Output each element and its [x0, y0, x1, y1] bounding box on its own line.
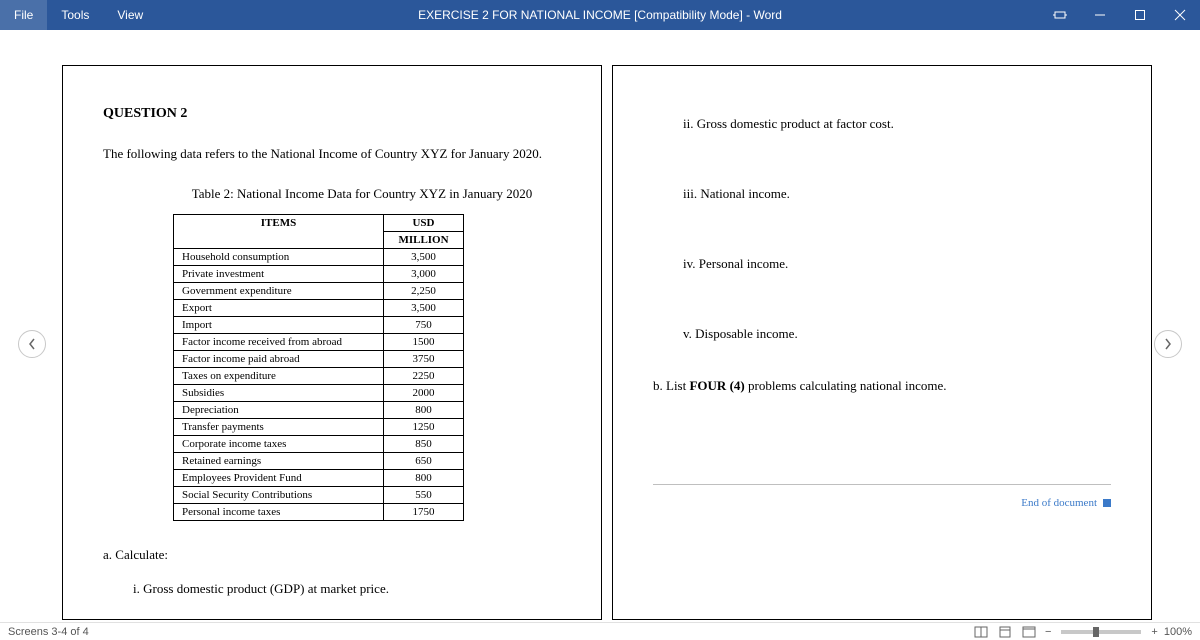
table-cell-value: 850 [384, 436, 464, 453]
table-cell-item: Taxes on expenditure [174, 368, 384, 385]
col-usd-line1: USD [384, 215, 464, 232]
table-cell-item: Import [174, 317, 384, 334]
intro-text: The following data refers to the Nationa… [103, 146, 561, 162]
document-workspace: QUESTION 2 The following data refers to … [0, 30, 1200, 622]
end-marker-icon [1103, 499, 1111, 507]
end-separator [653, 484, 1111, 485]
table-row: Corporate income taxes850 [174, 436, 464, 453]
table-cell-item: Retained earnings [174, 453, 384, 470]
table-cell-item: Personal income taxes [174, 504, 384, 521]
next-page-button[interactable] [1154, 330, 1182, 358]
table-cell-item: Household consumption [174, 249, 384, 266]
table-cell-item: Private investment [174, 266, 384, 283]
national-income-table: ITEMS USD MILLION Household consumption3… [173, 214, 464, 521]
part-b-suffix: problems calculating national income. [745, 378, 947, 393]
screens-indicator[interactable]: Screens 3-4 of 4 [8, 626, 89, 638]
question-heading: QUESTION 2 [103, 106, 561, 122]
zoom-level[interactable]: 100% [1164, 626, 1192, 638]
table-cell-value: 750 [384, 317, 464, 334]
table-cell-value: 3,500 [384, 300, 464, 317]
table-cell-item: Social Security Contributions [174, 487, 384, 504]
table-row: Export3,500 [174, 300, 464, 317]
table-cell-value: 2250 [384, 368, 464, 385]
table-row: Transfer payments1250 [174, 419, 464, 436]
table-row: Taxes on expenditure2250 [174, 368, 464, 385]
close-icon[interactable] [1160, 0, 1200, 30]
table-cell-value: 550 [384, 487, 464, 504]
table-cell-item: Corporate income taxes [174, 436, 384, 453]
table-row: Household consumption3,500 [174, 249, 464, 266]
part-a-label: a. Calculate: [103, 547, 561, 563]
table-cell-value: 2000 [384, 385, 464, 402]
table-body: Household consumption3,500Private invest… [174, 249, 464, 521]
table-row: Employees Provident Fund800 [174, 470, 464, 487]
print-layout-icon[interactable] [994, 624, 1016, 640]
part-b: b. List FOUR (4) problems calculating na… [653, 378, 1111, 394]
table-row: Personal income taxes1750 [174, 504, 464, 521]
table-cell-item: Export [174, 300, 384, 317]
part-a-iv: iv. Personal income. [683, 256, 1111, 272]
maximize-icon[interactable] [1120, 0, 1160, 30]
part-b-bold: FOUR (4) [689, 378, 744, 393]
table-cell-value: 650 [384, 453, 464, 470]
ribbon-display-icon[interactable] [1040, 0, 1080, 30]
table-cell-value: 3,500 [384, 249, 464, 266]
status-bar: Screens 3-4 of 4 − + 100% [0, 622, 1200, 640]
col-usd-line2: MILLION [384, 232, 464, 249]
end-of-document: End of document [653, 497, 1111, 509]
table-row: Factor income received from abroad1500 [174, 334, 464, 351]
table-caption: Table 2: National Income Data for Countr… [163, 186, 561, 202]
table-cell-value: 2,250 [384, 283, 464, 300]
previous-page-button[interactable] [18, 330, 46, 358]
read-mode-icon[interactable] [970, 624, 992, 640]
table-cell-item: Depreciation [174, 402, 384, 419]
table-row: Depreciation800 [174, 402, 464, 419]
table-cell-item: Transfer payments [174, 419, 384, 436]
zoom-out-button[interactable]: − [1045, 626, 1051, 638]
page-3: QUESTION 2 The following data refers to … [62, 65, 602, 620]
zoom-slider[interactable] [1061, 630, 1141, 634]
table-cell-value: 800 [384, 470, 464, 487]
table-row: Import750 [174, 317, 464, 334]
end-of-document-label: End of document [1021, 497, 1097, 509]
web-layout-icon[interactable] [1018, 624, 1040, 640]
page-4: ii. Gross domestic product at factor cos… [612, 65, 1152, 620]
table-cell-value: 800 [384, 402, 464, 419]
table-row: Subsidies2000 [174, 385, 464, 402]
menu-tools[interactable]: Tools [47, 0, 103, 30]
part-a-ii: ii. Gross domestic product at factor cos… [683, 116, 1111, 132]
table-cell-value: 3,000 [384, 266, 464, 283]
table-cell-item: Government expenditure [174, 283, 384, 300]
table-row: Factor income paid abroad3750 [174, 351, 464, 368]
menu-view[interactable]: View [103, 0, 157, 30]
part-a-v: v. Disposable income. [683, 326, 1111, 342]
minimize-icon[interactable] [1080, 0, 1120, 30]
table-cell-value: 1250 [384, 419, 464, 436]
part-a-i: i. Gross domestic product (GDP) at marke… [133, 581, 561, 597]
table-cell-item: Factor income received from abroad [174, 334, 384, 351]
zoom-in-button[interactable]: + [1151, 626, 1157, 638]
table-cell-item: Employees Provident Fund [174, 470, 384, 487]
table-cell-item: Factor income paid abroad [174, 351, 384, 368]
table-row: Retained earnings650 [174, 453, 464, 470]
table-cell-value: 1750 [384, 504, 464, 521]
table-row: Private investment3,000 [174, 266, 464, 283]
menu-file[interactable]: File [0, 0, 47, 30]
document-title: EXERCISE 2 FOR NATIONAL INCOME [Compatib… [418, 8, 782, 22]
table-cell-value: 1500 [384, 334, 464, 351]
part-b-prefix: b. List [653, 378, 689, 393]
table-cell-item: Subsidies [174, 385, 384, 402]
table-cell-value: 3750 [384, 351, 464, 368]
col-items: ITEMS [174, 215, 384, 249]
table-row: Social Security Contributions550 [174, 487, 464, 504]
table-row: Government expenditure2,250 [174, 283, 464, 300]
part-a-iii: iii. National income. [683, 186, 1111, 202]
title-bar: File Tools View EXERCISE 2 FOR NATIONAL … [0, 0, 1200, 30]
